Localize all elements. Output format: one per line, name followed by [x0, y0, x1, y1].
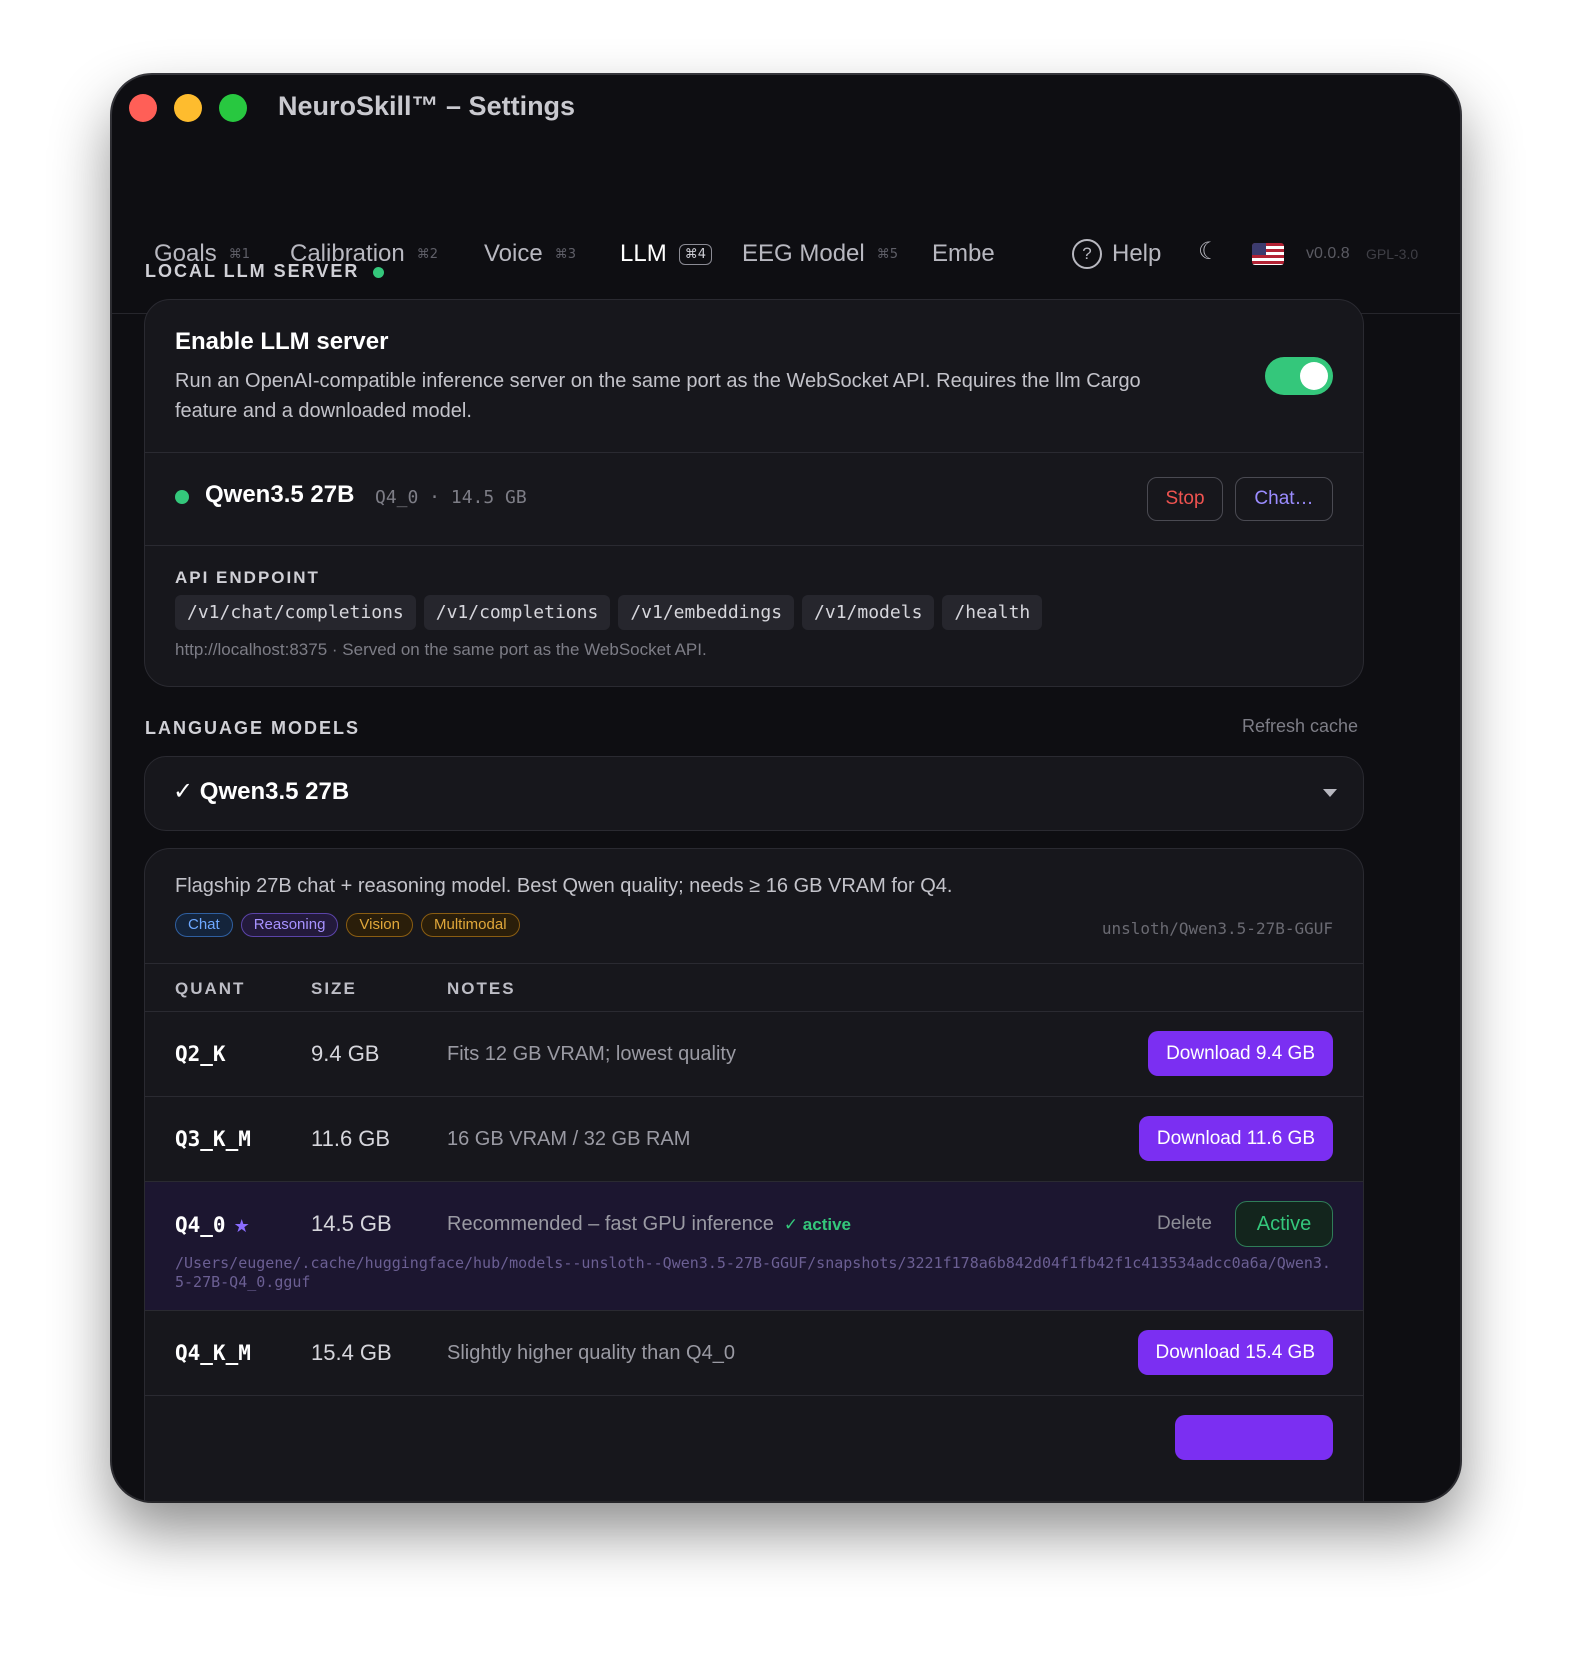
running-model-name: Qwen3.5 27B — [205, 481, 355, 508]
tab-embeddings[interactable]: Embe — [932, 195, 994, 313]
download-button[interactable]: Download 9.4 GB — [1148, 1031, 1333, 1076]
model-tags: Chat Reasoning Vision Multimodal — [175, 913, 520, 937]
quant-name: Q3_K_M — [175, 1127, 251, 1151]
tab-label: LLM — [620, 240, 667, 267]
running-model-meta: Q4_0 · 14.5 GB — [375, 487, 527, 508]
close-window-button[interactable] — [129, 94, 157, 122]
quant-notes: 16 GB VRAM / 32 GB RAM — [447, 1128, 691, 1150]
table-row-active: Q4_0 ★ 14.5 GB Recommended – fast GPU inf… — [145, 1182, 1363, 1310]
table-row-partial — [145, 1396, 1363, 1480]
quant-name: Q4_0 ★ — [175, 1213, 250, 1237]
minimize-window-button[interactable] — [174, 94, 202, 122]
active-indicator: ✓ active — [783, 1215, 851, 1234]
star-icon: ★ — [233, 1216, 250, 1237]
section-language-models: LANGUAGE MODELS — [145, 718, 361, 738]
model-repo: unsloth/Qwen3.5-27B-GGUF — [1101, 919, 1333, 938]
endpoint-chip: /v1/chat/completions — [175, 595, 416, 630]
download-button[interactable]: Download 15.4 GB — [1137, 1330, 1333, 1375]
enable-llm-toggle[interactable] — [1265, 357, 1333, 395]
tag-reasoning: Reasoning — [240, 913, 339, 937]
tab-voice[interactable]: Voice ⌘3 — [484, 195, 576, 313]
tab-shortcut: ⌘2 — [416, 246, 439, 262]
tab-shortcut: ⌘1 — [228, 246, 250, 262]
tab-calibration[interactable]: Calibration ⌘2 — [290, 195, 438, 313]
quant-notes: Fits 12 GB VRAM; lowest quality — [447, 1043, 736, 1065]
tab-bar: Goals ⌘1 Calibration ⌘2 Voice ⌘3 LLM ⌘4 … — [112, 195, 1460, 314]
chevron-down-icon — [1323, 789, 1337, 797]
tag-multimodal: Multimodal — [421, 913, 520, 937]
quant-notes: Slightly higher quality than Q4_0 — [447, 1342, 735, 1364]
refresh-cache-link[interactable]: Refresh cache — [1242, 716, 1358, 737]
tab-label: EEG Model — [742, 240, 865, 267]
window-title: NeuroSkill™ – Settings — [278, 91, 576, 121]
table-row: Q2_K 9.4 GB Fits 12 GB VRAM; lowest qual… — [145, 1012, 1363, 1096]
endpoint-chip: /health — [942, 595, 1043, 630]
quant-size: 15.4 GB — [311, 1340, 392, 1365]
us-flag-icon[interactable] — [1252, 243, 1284, 265]
tab-shortcut: ⌘5 — [876, 246, 898, 262]
column-header-quant: QUANT — [175, 979, 246, 998]
api-hint: http://localhost:8375 · Served on the sa… — [175, 640, 707, 659]
tab-shortcut: ⌘4 — [678, 243, 712, 265]
quant-name: Q4_K_M — [175, 1341, 251, 1365]
endpoint-list: /v1/chat/completions /v1/completions /v1… — [175, 595, 1043, 630]
license-label: GPL-3.0 — [1366, 246, 1419, 262]
model-description: Flagship 27B chat + reasoning model. Bes… — [175, 875, 953, 897]
column-header-size: SIZE — [311, 979, 357, 998]
tag-chat: Chat — [175, 913, 233, 937]
api-endpoint-label: API ENDPOINT — [175, 568, 320, 587]
quant-size: 11.6 GB — [311, 1126, 391, 1151]
download-button[interactable]: Download 11.6 GB — [1138, 1116, 1333, 1161]
help-icon: ? — [1072, 239, 1102, 269]
model-file-path: /Users/eugene/.cache/huggingface/hub/mod… — [175, 1254, 1331, 1291]
zoom-window-button[interactable] — [219, 94, 247, 122]
tag-vision: Vision — [346, 913, 413, 937]
table-row: Q4_K_M 15.4 GB Slightly higher quality t… — [145, 1311, 1363, 1395]
active-button[interactable]: Active — [1235, 1201, 1333, 1247]
endpoint-chip: /v1/embeddings — [618, 595, 795, 630]
settings-window: NeuroSkill™ – Settings Goals ⌘1 Calibrat… — [112, 75, 1460, 1501]
tab-llm[interactable]: LLM ⌘4 — [620, 195, 712, 313]
tab-shortcut: ⌘3 — [554, 246, 576, 262]
server-status-dot — [373, 266, 385, 278]
model-running-dot — [175, 490, 189, 504]
title-bar: NeuroSkill™ – Settings — [112, 75, 1460, 195]
tab-label: Embe — [932, 240, 994, 267]
quant-notes-text: Recommended – fast GPU inference — [447, 1213, 774, 1235]
endpoint-chip: /v1/completions — [423, 595, 611, 630]
enable-llm-title: Enable LLM server — [175, 328, 389, 355]
model-select[interactable]: ✓ Qwen3.5 27B — [144, 756, 1364, 831]
section-title: LOCAL LLM SERVER — [145, 261, 360, 281]
download-button-partial[interactable] — [1175, 1415, 1333, 1460]
tab-goals[interactable]: Goals ⌘1 — [154, 195, 250, 313]
section-local-llm-server: LOCAL LLM SERVER — [145, 261, 385, 282]
help-button[interactable]: ? Help — [1072, 195, 1161, 313]
selected-model: ✓ Qwen3.5 27B — [173, 778, 350, 805]
quant-size: 14.5 GB — [311, 1211, 392, 1236]
tab-label: Voice — [484, 240, 543, 267]
help-label: Help — [1112, 240, 1162, 267]
delete-button[interactable]: Delete — [1157, 1213, 1212, 1235]
table-row: Q3_K_M 11.6 GB 16 GB VRAM / 32 GB RAM Do… — [145, 1097, 1363, 1181]
stop-button[interactable]: Stop — [1147, 477, 1223, 521]
enable-llm-description: Run an OpenAI-compatible inference serve… — [175, 370, 1141, 422]
quant-size: 9.4 GB — [311, 1041, 380, 1066]
tab-eeg-model[interactable]: EEG Model ⌘5 — [742, 195, 898, 313]
version-label: v0.0.8 — [1306, 245, 1350, 262]
llm-server-card: Enable LLM server Run an OpenAI-compatib… — [144, 299, 1364, 687]
quant-notes: Recommended – fast GPU inference ✓ active — [447, 1213, 851, 1236]
model-details-card: Flagship 27B chat + reasoning model. Bes… — [144, 848, 1364, 1501]
moon-icon[interactable]: ☾ — [1198, 237, 1220, 266]
quant-name: Q2_K — [175, 1042, 226, 1066]
column-header-notes: NOTES — [447, 979, 516, 998]
endpoint-chip: /v1/models — [802, 595, 935, 630]
chat-button[interactable]: Chat… — [1235, 477, 1333, 521]
quant-name-text: Q4_0 — [175, 1213, 226, 1237]
